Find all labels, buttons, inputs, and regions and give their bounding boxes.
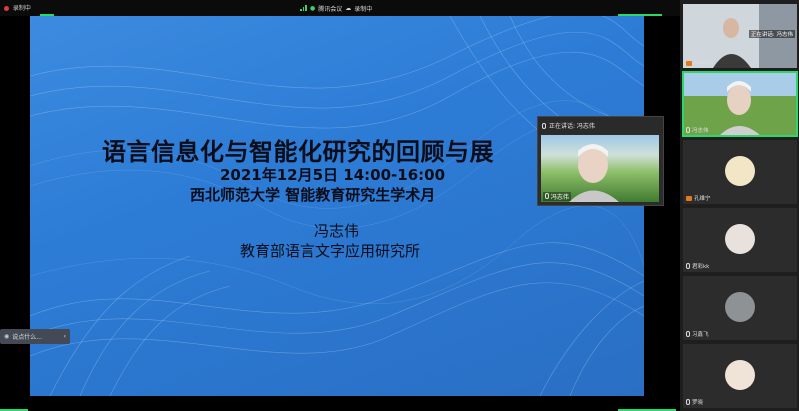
participant-name: 孔维宁: [694, 196, 711, 202]
chat-toast[interactable]: ◉ 说点什么... ‹: [0, 329, 70, 344]
participant-tag: 罗晓: [686, 398, 703, 406]
presentation-slide: 语言信息化与智能化研究的回顾与展 2021年12月5日 14:00-16:00 …: [30, 16, 644, 396]
avatar: [725, 156, 755, 186]
participant-name: 罗晓: [692, 400, 704, 406]
signal-icon: [300, 5, 307, 11]
participant-name: 习鑫飞: [692, 332, 709, 338]
active-speaker-name: 冯志伟: [550, 194, 569, 201]
slide-author: 冯志伟: [314, 222, 360, 240]
camera-icon: [686, 60, 692, 66]
participant-tile[interactable]: 冯志伟: [682, 71, 798, 137]
mic-icon: [686, 127, 690, 133]
mic-icon: [545, 193, 549, 199]
active-speaker-video: 冯志伟: [541, 135, 659, 202]
speaking-indicator: 正在讲话: 冯志伟: [748, 30, 795, 38]
participant-tag: 习鑫飞: [686, 330, 709, 338]
participant-tile[interactable]: kaixury 正在讲话: 冯志伟: [683, 4, 797, 68]
participant-tag: 冯志伟: [686, 126, 709, 134]
participant-tile[interactable]: 罗晓: [683, 344, 797, 408]
slide-title: 语言信息化与智能化研究的回顾与展: [102, 138, 494, 166]
shared-screen: 语言信息化与智能化研究的回顾与展 2021年12月5日 14:00-16:00 …: [0, 16, 680, 411]
avatar: [725, 360, 755, 390]
chat-placeholder: 说点什么...: [12, 334, 42, 341]
active-speaker-name-tag: 冯志伟: [543, 192, 571, 201]
active-speaker-window[interactable]: 正在讲话: 冯志伟 冯志伟: [537, 116, 664, 206]
participant-panel: kaixury 正在讲话: 冯志伟 冯志伟 孔维宁 君彩kk 习鑫飞 罗晓: [680, 0, 799, 411]
recording-indicator[interactable]: 录制中: [4, 3, 31, 12]
active-speaker-header: 正在讲话: 冯志伟: [538, 117, 663, 134]
participant-tag: 君彩kk: [686, 262, 709, 270]
mic-icon: [686, 263, 690, 269]
participant-tag: 孔维宁: [686, 194, 711, 202]
slide-date: 2021年12月5日 14:00-16:00: [220, 166, 446, 184]
meeting-status[interactable]: ● 腾讯会议 ☁ 录制中: [300, 3, 372, 13]
slide-wave-pattern: [30, 16, 644, 396]
active-speaker-label: 正在讲话: 冯志伟: [549, 123, 595, 130]
participant-name: 冯志伟: [692, 128, 709, 134]
meeting-name: 腾讯会议: [318, 5, 343, 13]
shield-icon: ●: [310, 4, 316, 12]
mic-icon: [686, 399, 690, 405]
participant-name: 君彩kk: [692, 264, 710, 270]
participant-name: kaixury: [694, 60, 715, 66]
chat-icon: ◉: [4, 333, 10, 340]
slide-institute: 教育部语言文字应用研究所: [240, 242, 421, 260]
participant-tile[interactable]: 孔维宁: [683, 140, 797, 204]
avatar: [725, 224, 755, 254]
cloud-record-icon: ☁: [345, 4, 352, 12]
meeting-window: 录制中 ● 腾讯会议 ☁ 录制中 语言信息化与智能化研究的回顾与展 2021年1…: [0, 0, 799, 411]
participant-tag: kaixury: [686, 60, 714, 66]
avatar: [725, 292, 755, 322]
participant-tile[interactable]: 习鑫飞: [683, 276, 797, 340]
camera-icon: [686, 195, 692, 201]
recording-label: 录制中: [12, 5, 31, 12]
mic-icon: [686, 331, 690, 337]
recording-status: 录制中: [354, 5, 373, 13]
top-status-bar: 录制中 ● 腾讯会议 ☁ 录制中: [0, 0, 680, 16]
mic-icon: [542, 122, 546, 129]
participant-tile[interactable]: 君彩kk: [683, 208, 797, 272]
chevron-left-icon[interactable]: ‹: [64, 333, 66, 340]
record-dot-icon: [4, 6, 9, 11]
slide-event: 西北师范大学 智能教育研究生学术月: [190, 186, 436, 204]
